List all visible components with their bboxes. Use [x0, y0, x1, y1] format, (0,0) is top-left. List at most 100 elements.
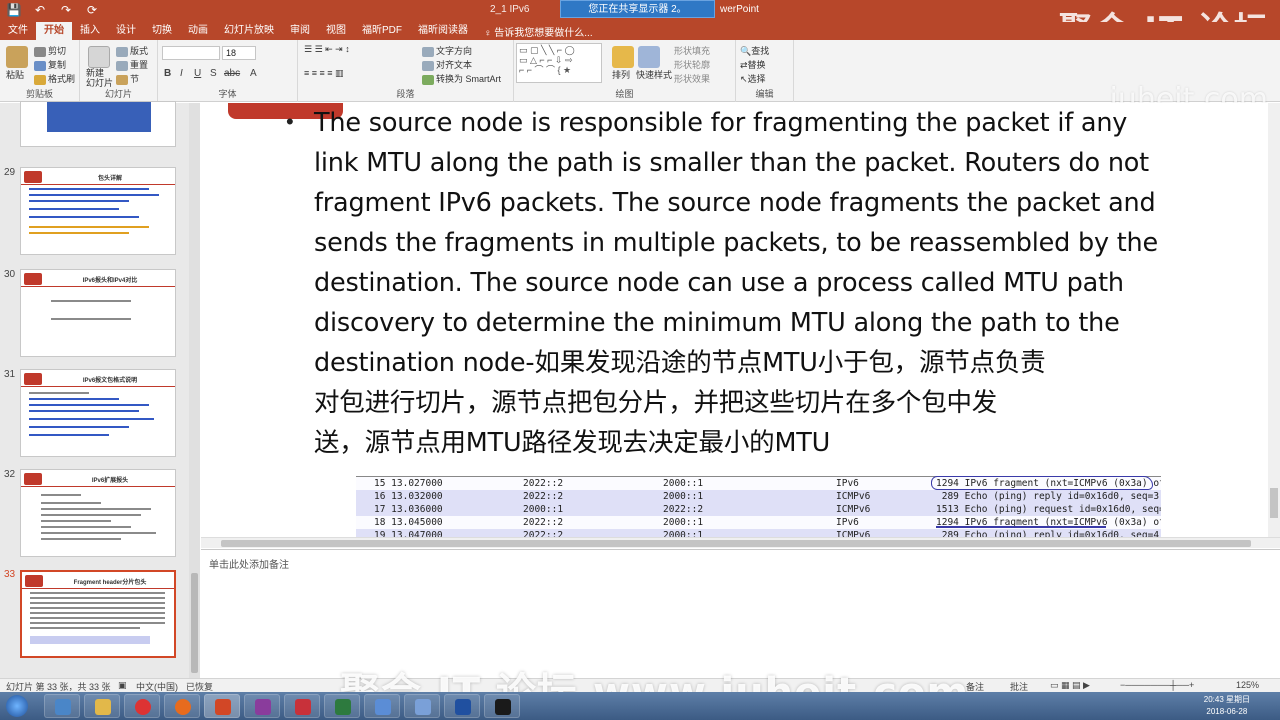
app-icon	[375, 699, 391, 715]
thumb-divider	[22, 588, 174, 589]
tab-slideshow[interactable]: 幻灯片放映	[216, 22, 282, 40]
shapes-gallery[interactable]: ▭ ▢ ╲ ╲ ⌐ ◯ ▭ △ ⌐ ⌐ ⇩ ⇨ ⌐ ⌐ ⌒ ⌒ { ★	[516, 43, 602, 83]
taskbar-app[interactable]	[84, 694, 120, 718]
arrange-button[interactable]: 排列	[612, 68, 630, 81]
font-color-button[interactable]: A	[250, 68, 257, 79]
repeat-icon[interactable]: ⟳	[84, 3, 100, 17]
scroll-thumb[interactable]	[191, 573, 198, 673]
notes-placeholder[interactable]: 单击此处添加备注	[209, 556, 289, 571]
copy-icon	[34, 60, 46, 71]
quick-styles-icon[interactable]	[638, 46, 660, 68]
slide-canvas[interactable]: • The source node is responsible for fra…	[201, 103, 1280, 549]
slide-thumb-32[interactable]: IPv6扩展报头	[20, 469, 176, 557]
thumb-line	[29, 232, 129, 234]
thumb-title: IPv6扩展报头	[91, 478, 129, 484]
font-name-box[interactable]	[162, 46, 220, 60]
paste-button[interactable]: 粘贴	[6, 68, 24, 81]
zoom-slider[interactable]: −───────┼──+	[1120, 680, 1194, 690]
slide-thumb-31[interactable]: IPv6报文包格式说明	[20, 369, 176, 457]
taskbar-app[interactable]	[444, 694, 480, 718]
shadow-button[interactable]: S	[210, 68, 217, 79]
taskbar-app[interactable]	[324, 694, 360, 718]
section-button[interactable]: 节	[116, 72, 139, 85]
cut-button[interactable]: 剪切	[34, 44, 66, 57]
taskbar-app[interactable]	[44, 694, 80, 718]
taskbar-app[interactable]	[204, 694, 240, 718]
scroll-thumb[interactable]	[1270, 488, 1278, 518]
slide-body-text[interactable]: The source node is responsible for fragm…	[314, 103, 1224, 463]
find-button[interactable]: 🔍查找	[740, 44, 769, 57]
spellcheck-icon[interactable]: ▣	[118, 680, 127, 691]
thumb-divider	[21, 486, 175, 487]
horizontal-scrollbar[interactable]	[201, 537, 1280, 548]
tab-insert[interactable]: 插入	[72, 22, 108, 40]
taskbar-app[interactable]	[124, 694, 160, 718]
new-slide-button[interactable]: 新建 幻灯片	[86, 68, 113, 88]
thumb-line	[51, 300, 131, 302]
undo-icon[interactable]: ↶	[32, 3, 48, 17]
bold-button[interactable]: B	[164, 68, 171, 79]
tab-file[interactable]: 文件	[0, 22, 36, 40]
zoom-level[interactable]: 125%	[1236, 680, 1259, 690]
replace-button[interactable]: ⇄替换	[740, 58, 766, 71]
start-button[interactable]	[6, 695, 28, 717]
copy-button[interactable]: 复制	[34, 58, 66, 71]
tab-review[interactable]: 审阅	[282, 22, 318, 40]
slide-scrollbar[interactable]	[1268, 103, 1280, 537]
thumbnails-scrollbar[interactable]	[189, 103, 200, 678]
tab-design[interactable]: 设计	[108, 22, 144, 40]
taskbar-app[interactable]	[364, 694, 400, 718]
font-size-box[interactable]: 18	[222, 46, 256, 60]
taskbar-app[interactable]	[244, 694, 280, 718]
text-direction-button[interactable]: 文字方向	[422, 44, 472, 57]
packet-row: 17 13.036000 2000::1 2022::2 ICMPv6 1513 Ech…	[356, 503, 1161, 516]
slide-thumb-33[interactable]: Fragment header分片包头	[20, 570, 176, 658]
redo-icon[interactable]: ↷	[58, 3, 74, 17]
app-icon	[415, 699, 431, 715]
slide-thumb-30[interactable]: IPv6报头和IPv4对比	[20, 269, 176, 357]
thumb-line	[29, 410, 139, 412]
smartart-button[interactable]: 转换为 SmartArt	[422, 72, 501, 85]
taskbar-app[interactable]	[404, 694, 440, 718]
packet-capture-image[interactable]: 15 13.027000 2022::2 2000::1 IPv6 1294 IPv6 …	[356, 476, 1161, 538]
notes-pane[interactable]: 单击此处添加备注	[201, 549, 1280, 678]
tell-me-box[interactable]: ♀ 告诉我您想要做什么...	[484, 24, 593, 39]
tab-transitions[interactable]: 切换	[144, 22, 180, 40]
editing-group: 🔍查找 ⇄替换 ↖选择 编辑	[736, 40, 794, 102]
taskbar: 20:43 星期日 2018-06-28	[0, 692, 1280, 720]
layout-button[interactable]: 版式	[116, 44, 148, 57]
tab-foxit-pdf[interactable]: 福昕PDF	[354, 22, 410, 40]
shape-fill-button[interactable]: 形状填充	[674, 44, 710, 57]
tab-view[interactable]: 视图	[318, 22, 354, 40]
italic-button[interactable]: I	[180, 68, 183, 79]
underline-button[interactable]: U	[194, 68, 201, 79]
new-slide-icon[interactable]	[88, 46, 110, 68]
align-text-button[interactable]: 对齐文本	[422, 58, 472, 71]
view-buttons[interactable]: ▭ ▦ ▤ ▶	[1050, 680, 1090, 691]
thumb-line	[30, 627, 140, 629]
system-clock[interactable]: 20:43 星期日 2018-06-28	[1204, 694, 1250, 718]
quick-styles-button[interactable]: 快速样式	[636, 68, 672, 81]
taskbar-app[interactable]	[284, 694, 320, 718]
arrange-icon[interactable]	[612, 46, 634, 68]
shape-effects-button[interactable]: 形状效果	[674, 72, 710, 85]
tab-home[interactable]: 开始	[36, 22, 72, 40]
taskbar-app[interactable]	[484, 694, 520, 718]
select-button[interactable]: ↖选择	[740, 72, 766, 85]
tab-foxit-reader[interactable]: 福昕阅读器	[410, 22, 476, 40]
strikethrough-button[interactable]: abc	[224, 68, 240, 79]
reset-button[interactable]: 重置	[116, 58, 148, 71]
align-buttons[interactable]: ≡ ≡ ≡ ≡ ▥	[304, 68, 344, 79]
tab-animations[interactable]: 动画	[180, 22, 216, 40]
clock-date: 2018-06-28	[1206, 707, 1248, 716]
shape-outline-button[interactable]: 形状轮廓	[674, 58, 710, 71]
thumb-line	[30, 617, 165, 619]
format-painter-button[interactable]: 格式刷	[34, 72, 75, 85]
scroll-thumb[interactable]	[221, 540, 1251, 547]
slide-thumb-28[interactable]	[20, 101, 176, 147]
paste-icon[interactable]	[6, 46, 28, 68]
bullets-button[interactable]: ☰ ☰ ⇤ ⇥ ↕	[304, 44, 350, 55]
save-icon[interactable]: 💾	[6, 3, 22, 17]
slide-thumb-29[interactable]: 包头详解	[20, 167, 176, 255]
taskbar-app[interactable]	[164, 694, 200, 718]
